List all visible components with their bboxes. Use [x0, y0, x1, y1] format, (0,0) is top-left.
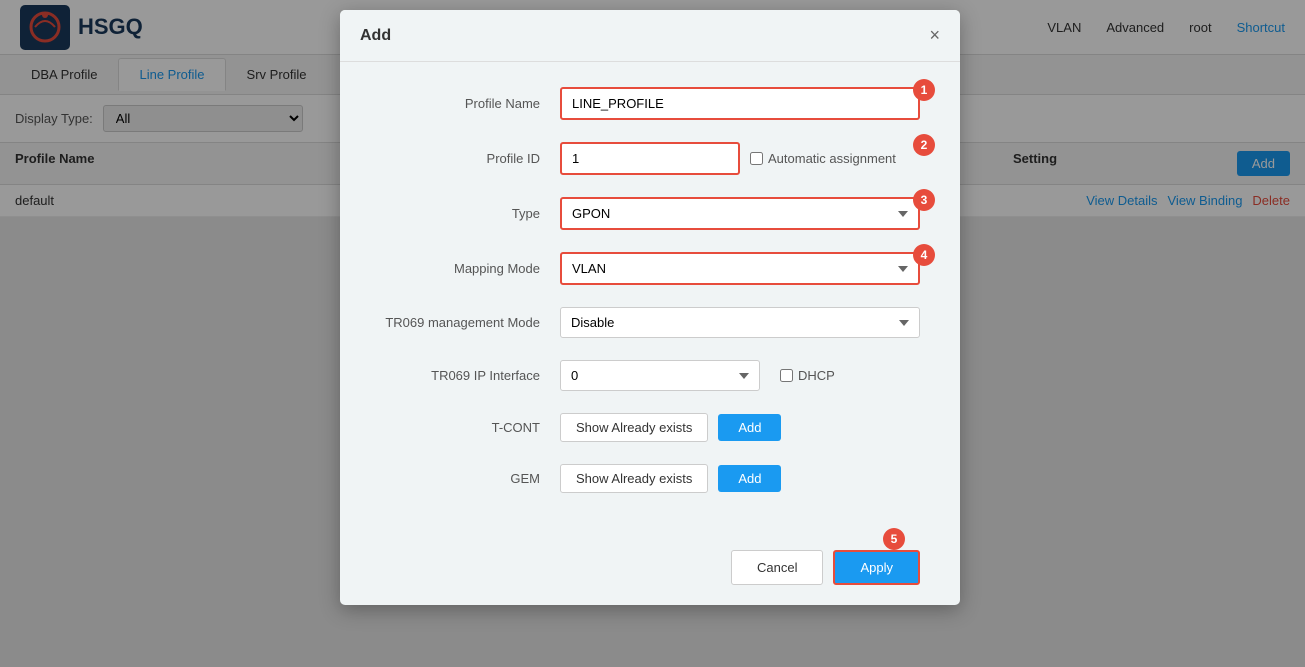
badge-2: 2 [913, 134, 935, 156]
auto-assign-checkbox[interactable] [750, 152, 763, 165]
modal-footer: 5 Cancel Apply [340, 540, 960, 585]
tcont-row: T-CONT Show Already exists Add [380, 413, 920, 442]
gem-row: GEM Show Already exists Add [380, 464, 920, 493]
auto-assign-label: Automatic assignment [768, 151, 896, 166]
tcont-controls: Show Already exists Add [560, 413, 781, 442]
modal-header: Add × [340, 10, 960, 62]
type-select[interactable]: GPON EPON XG-PON [560, 197, 920, 230]
badge-1: 1 [913, 79, 935, 101]
tr069-ip-select[interactable]: 0 1 2 [560, 360, 760, 391]
mapping-mode-select[interactable]: VLAN GEM TCI [560, 252, 920, 285]
tcont-label: T-CONT [380, 420, 560, 435]
badge-5: 5 [883, 528, 905, 550]
apply-button[interactable]: Apply [833, 550, 920, 585]
tr069-mode-row: TR069 management Mode Disable Enable [380, 307, 920, 338]
auto-assign-checkbox-label: Automatic assignment [750, 151, 896, 166]
modal-close-button[interactable]: × [929, 25, 940, 46]
dhcp-checkbox[interactable] [780, 369, 793, 382]
dhcp-label-text: DHCP [798, 368, 835, 383]
profile-id-row: 2 Profile ID Automatic assignment [380, 142, 920, 175]
profile-name-input[interactable] [560, 87, 920, 120]
dhcp-checkbox-label: DHCP [780, 368, 835, 383]
modal: Add × 1 Profile Name 2 Profile ID Automa… [340, 10, 960, 605]
profile-id-controls: Automatic assignment [560, 142, 920, 175]
profile-name-label: Profile Name [380, 96, 560, 111]
profile-id-label: Profile ID [380, 151, 560, 166]
profile-id-input[interactable] [560, 142, 740, 175]
tcont-show-exists-button[interactable]: Show Already exists [560, 413, 708, 442]
tcont-add-button[interactable]: Add [718, 414, 781, 441]
gem-add-button[interactable]: Add [718, 465, 781, 492]
type-row: 3 Type GPON EPON XG-PON [380, 197, 920, 230]
mapping-mode-row: 4 Mapping Mode VLAN GEM TCI [380, 252, 920, 285]
tr069-ip-label: TR069 IP Interface [380, 368, 560, 383]
gem-show-exists-button[interactable]: Show Already exists [560, 464, 708, 493]
badge-4: 4 [913, 244, 935, 266]
gem-label: GEM [380, 471, 560, 486]
modal-body: 1 Profile Name 2 Profile ID Automatic as… [340, 62, 960, 540]
gem-controls: Show Already exists Add [560, 464, 781, 493]
tr069-ip-row: TR069 IP Interface 0 1 2 DHCP [380, 360, 920, 391]
tr069-mode-label: TR069 management Mode [380, 315, 560, 330]
badge-3: 3 [913, 189, 935, 211]
tr069-mode-select[interactable]: Disable Enable [560, 307, 920, 338]
tr069-ip-controls: 0 1 2 DHCP [560, 360, 920, 391]
type-label: Type [380, 206, 560, 221]
cancel-button[interactable]: Cancel [731, 550, 823, 585]
mapping-mode-label: Mapping Mode [380, 261, 560, 276]
profile-name-row: 1 Profile Name [380, 87, 920, 120]
modal-title: Add [360, 27, 391, 45]
